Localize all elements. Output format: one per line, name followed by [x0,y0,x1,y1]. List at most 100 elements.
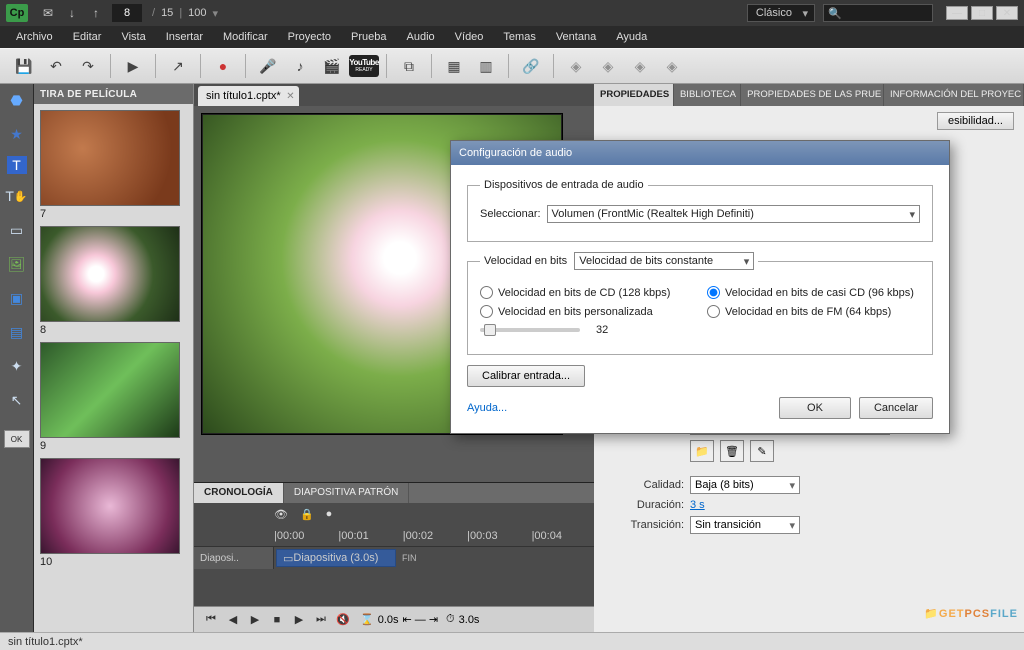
rewind-icon[interactable]: ⏮ [202,612,220,628]
document-tab[interactable]: sin título1.cptx* ✕ [198,86,299,106]
timeline-panel: CRONOLOGÍA DIAPOSITIVA PATRÓN 👁 🔒 ● |00:00… [194,482,594,632]
mail-icon[interactable]: ✉ [39,4,57,22]
help-link[interactable]: Ayuda... [467,402,507,414]
timeline-ruler: |00:00|00:01|00:02|00:03|00:04 [194,525,594,547]
menu-archivo[interactable]: Archivo [6,26,63,48]
tab-close-icon[interactable]: ✕ [286,91,294,102]
text-icon[interactable]: T [7,156,27,174]
menu-prueba[interactable]: Prueba [341,26,396,48]
play-icon[interactable]: ▶ [246,612,264,628]
accessibility-button[interactable]: esibilidad... [937,112,1014,130]
menu-insertar[interactable]: Insertar [156,26,213,48]
ok-small-button[interactable]: OK [4,430,30,448]
ffwd-icon[interactable]: ⏭ [312,612,330,628]
bitrate-slider[interactable] [480,328,580,332]
trash-icon[interactable]: 🗑 [720,440,744,462]
menubar: Archivo Editar Vista Insertar Modificar … [0,26,1024,48]
copy-icon[interactable]: ⧉ [395,53,423,79]
menu-editar[interactable]: Editar [63,26,112,48]
radio-fm[interactable]: Velocidad en bits de FM (64 kbps) [707,305,920,318]
menu-temas[interactable]: Temas [493,26,545,48]
slide-thumb[interactable]: 10 [40,458,180,568]
stop-icon[interactable]: ■ [268,612,286,628]
layer1-icon[interactable]: ◈ [562,53,590,79]
app-logo: Cp [6,4,28,22]
radio-cd[interactable]: Velocidad en bits de CD (128 kbps) [480,286,693,299]
image-icon[interactable]: 🖼 [5,252,29,276]
eye-icon[interactable]: 👁 [274,508,288,521]
save-icon[interactable]: 💾 [10,53,38,79]
maximize-button[interactable]: □ [971,6,993,20]
search-input[interactable]: 🔍 [823,4,933,22]
wand-icon[interactable]: ✦ [5,354,29,378]
menu-modificar[interactable]: Modificar [213,26,278,48]
tab-cronologia[interactable]: CRONOLOGÍA [194,483,284,503]
link-icon[interactable]: 🔗 [517,53,545,79]
pointer-icon[interactable]: ⬣ [5,88,29,112]
youtube-icon[interactable]: YouTubeREADY [350,53,378,79]
frame-icon[interactable]: ▣ [5,286,29,310]
layer2-icon[interactable]: ◈ [594,53,622,79]
radio-custom[interactable]: Velocidad en bits personalizada [480,305,693,318]
table-icon[interactable]: ▦ [440,53,468,79]
tab-prop-prueba[interactable]: PROPIEDADES DE LAS PRUE [741,84,884,106]
timeline-clip[interactable]: ▭ Diapositiva (3.0s) [276,549,396,567]
step-back-icon[interactable]: ◀ [224,612,242,628]
slide-thumb[interactable]: 9 [40,342,180,452]
video-icon[interactable]: 🎬 [318,53,346,79]
transicion-select[interactable]: Sin transición [690,516,800,534]
dot-icon[interactable]: ● [326,508,333,520]
layer3-icon[interactable]: ◈ [626,53,654,79]
tab-biblioteca[interactable]: BIBLIOTECA [674,84,741,106]
cursor-icon[interactable]: ↖ [5,388,29,412]
tab-info-proyecto[interactable]: INFORMACIÓN DEL PROYEC [884,84,1024,106]
calibrate-button[interactable]: Calibrar entrada... [467,365,585,387]
tab-patron[interactable]: DIAPOSITIVA PATRÓN [284,483,409,503]
filmstrip-panel: TIRA DE PELÍCULA 7 8 9 10 [34,84,194,632]
star-icon[interactable]: ★ [5,122,29,146]
music-icon[interactable]: ♪ [286,53,314,79]
menu-audio[interactable]: Audio [397,26,445,48]
bitrate-mode-select[interactable]: Velocidad de bits constante [574,252,754,270]
duracion-value[interactable]: 3 s [690,499,705,511]
cancel-button[interactable]: Cancelar [859,397,933,419]
slide-thumb[interactable]: 7 [40,110,180,220]
text-cursor-icon[interactable]: T✋ [5,184,29,208]
zoom-value[interactable]: 100 [188,7,206,19]
timeline-track[interactable]: Diaposi.. ▭ Diapositiva (3.0s) FIN [194,547,594,569]
menu-proyecto[interactable]: Proyecto [278,26,341,48]
audio-settings-dialog: Configuración de audio Dispositivos de e… [450,140,950,434]
undo-icon[interactable]: ↶ [42,53,70,79]
layer4-icon[interactable]: ◈ [658,53,686,79]
download-icon[interactable]: ↓ [63,4,81,22]
step-fwd-icon[interactable]: ▶ [290,612,308,628]
edit-icon[interactable]: ✎ [750,440,774,462]
close-button[interactable]: ✕ [996,6,1018,20]
tab-propiedades[interactable]: PROPIEDADES [594,84,674,106]
record-icon[interactable]: ● [209,53,237,79]
menu-ayuda[interactable]: Ayuda [606,26,657,48]
ok-button[interactable]: OK [779,397,851,419]
export-icon[interactable]: ↗ [164,53,192,79]
radio-near-cd[interactable]: Velocidad en bits de casi CD (96 kbps) [707,286,920,299]
shape-icon[interactable]: ▭ [5,218,29,242]
folder-icon[interactable]: 📁 [690,440,714,462]
redo-icon[interactable]: ↷ [74,53,102,79]
group-icon[interactable]: ▥ [472,53,500,79]
menu-vista[interactable]: Vista [111,26,155,48]
play-icon[interactable]: ▶ [119,53,147,79]
stack-icon[interactable]: ▤ [5,320,29,344]
minimize-button[interactable]: — [946,6,968,20]
total-pages: 15 [161,7,173,19]
audio-device-select[interactable]: Volumen (FrontMic (Realtek High Definiti… [547,205,920,223]
calidad-select[interactable]: Baja (8 bits) [690,476,800,494]
mic-icon[interactable]: 🎤 [254,53,282,79]
workspace-selector[interactable]: Clásico [747,4,815,22]
menu-ventana[interactable]: Ventana [546,26,606,48]
upload-icon[interactable]: ↑ [87,4,105,22]
menu-video[interactable]: Vídeo [445,26,494,48]
lock-icon[interactable]: 🔒 [300,508,314,521]
current-page[interactable]: 8 [112,4,142,22]
mute-icon[interactable]: 🔇 [334,612,352,628]
slide-thumb[interactable]: 8 [40,226,180,336]
